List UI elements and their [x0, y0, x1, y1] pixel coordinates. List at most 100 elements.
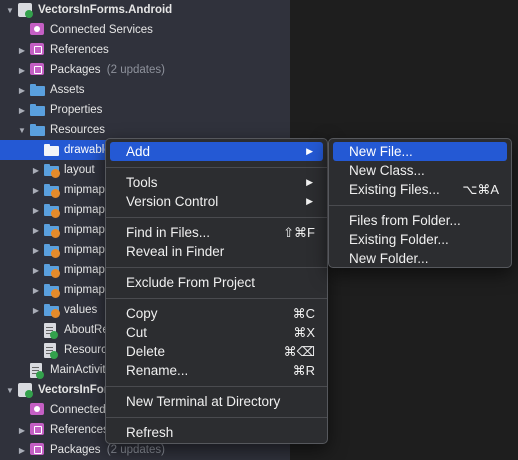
disclosure-collapsed-icon[interactable]: ▶: [30, 304, 42, 316]
tree-row[interactable]: ▶ Packages (2 updates): [0, 60, 290, 80]
disclosure-collapsed-icon[interactable]: ▶: [30, 284, 42, 296]
menu-item-add[interactable]: Add ▶: [110, 142, 323, 161]
shortcut-text: ⌘C: [292, 305, 315, 321]
tree-row[interactable]: ▼ Resources: [0, 120, 290, 140]
tree-row[interactable]: Connected Services: [0, 20, 290, 40]
menu-separator: [329, 205, 511, 206]
tree-row[interactable]: ▶ Properties: [0, 100, 290, 120]
update-count: (2 updates): [106, 64, 165, 76]
menu-item-label: Exclude From Project: [126, 275, 256, 290]
menu-item-label: Files from Folder...: [349, 213, 461, 228]
tree-item-label: Packages: [50, 64, 101, 76]
tree-item-label: mipmap-: [64, 224, 109, 236]
disclosure-expanded-icon[interactable]: ▼: [16, 124, 28, 136]
tree-item-label: values: [64, 304, 98, 316]
project-icon: [18, 383, 33, 398]
disclosure-collapsed-icon[interactable]: ▶: [30, 164, 42, 176]
resource-folder-icon: [44, 204, 60, 218]
csharp-file-icon: [30, 363, 44, 379]
menu-item-label: Existing Files...: [349, 182, 440, 197]
resource-folder-icon: [44, 164, 60, 178]
menu-item-new-file[interactable]: New File...: [333, 142, 507, 161]
menu-separator: [106, 217, 327, 218]
menu-item-label: Tools: [126, 175, 158, 190]
disclosure-collapsed-icon[interactable]: ▶: [30, 224, 42, 236]
context-menu: Add ▶ Tools ▶ Version Control ▶ Find in Files.…: [105, 138, 328, 444]
shortcut-text: ⇧⌘F: [283, 224, 315, 240]
add-submenu: New File... New Class... Existing Files...…: [328, 138, 512, 268]
tree-row[interactable]: ▶ References: [0, 40, 290, 60]
tree-item-label: VectorsInForms.Android: [38, 4, 173, 16]
disclosure-collapsed-icon[interactable]: ▶: [16, 424, 28, 436]
menu-item-label: Add: [126, 144, 151, 159]
resource-folder-icon: [44, 284, 60, 298]
connected-services-icon: [30, 403, 44, 415]
tree-item-label: Connected: [50, 404, 106, 416]
connected-services-icon: [30, 23, 44, 35]
menu-separator: [106, 417, 327, 418]
menu-item-label: New Terminal at Directory: [126, 394, 281, 409]
menu-item-find-in-files[interactable]: Find in Files... ⇧⌘F: [110, 223, 323, 242]
menu-item-label: Refresh: [126, 425, 174, 440]
tree-row[interactable]: ▼ VectorsInForms.Android: [0, 0, 290, 20]
references-icon: [30, 43, 44, 55]
menu-separator: [106, 167, 327, 168]
folder-icon: [44, 144, 59, 156]
tree-item-label: drawable: [64, 144, 111, 156]
menu-item-reveal-in-finder[interactable]: Reveal in Finder: [110, 242, 323, 261]
folder-icon: [30, 124, 45, 136]
text-file-icon: [44, 323, 58, 339]
menu-item-copy[interactable]: Copy ⌘C: [110, 304, 323, 323]
menu-item-version-control[interactable]: Version Control ▶: [110, 192, 323, 211]
disclosure-collapsed-icon[interactable]: ▶: [30, 184, 42, 196]
menu-item-label: Find in Files...: [126, 225, 211, 240]
folder-icon: [30, 84, 45, 96]
menu-item-label: Rename...: [126, 363, 189, 378]
shortcut-text: ⌘R: [292, 362, 315, 378]
disclosure-collapsed-icon[interactable]: ▶: [30, 244, 42, 256]
menu-item-label: New File...: [349, 144, 413, 159]
packages-icon: [30, 63, 44, 75]
menu-item-rename[interactable]: Rename... ⌘R: [110, 361, 323, 380]
disclosure-collapsed-icon[interactable]: ▶: [16, 84, 28, 96]
menu-item-refresh[interactable]: Refresh: [110, 423, 323, 442]
disclosure-expanded-icon[interactable]: ▼: [4, 384, 16, 396]
packages-icon: [30, 443, 44, 455]
disclosure-collapsed-icon[interactable]: ▶: [16, 64, 28, 76]
menu-item-exclude-from-project[interactable]: Exclude From Project: [110, 273, 323, 292]
tree-item-label: References: [50, 44, 109, 56]
tree-item-label: mipmap-: [64, 184, 109, 196]
tree-item-label: Packages: [50, 444, 101, 456]
menu-item-label: Delete: [126, 344, 166, 359]
submenu-arrow-icon: ▶: [306, 177, 313, 187]
menu-item-new-class[interactable]: New Class...: [333, 161, 507, 180]
disclosure-collapsed-icon[interactable]: ▶: [30, 264, 42, 276]
menu-item-files-from-folder[interactable]: Files from Folder...: [333, 211, 507, 230]
menu-separator: [106, 298, 327, 299]
tree-item-label: mipmap-: [64, 204, 109, 216]
menu-item-label: Existing Folder...: [349, 232, 449, 247]
resource-folder-icon: [44, 244, 60, 258]
menu-item-cut[interactable]: Cut ⌘X: [110, 323, 323, 342]
menu-item-delete[interactable]: Delete ⌘⌫: [110, 342, 323, 361]
disclosure-collapsed-icon[interactable]: ▶: [16, 44, 28, 56]
menu-item-new-terminal-at-directory[interactable]: New Terminal at Directory: [110, 392, 323, 411]
menu-item-label: Version Control: [126, 194, 219, 209]
tree-item-label: mipmap-: [64, 264, 109, 276]
disclosure-collapsed-icon[interactable]: ▶: [16, 444, 28, 456]
menu-item-label: New Class...: [349, 163, 425, 178]
references-icon: [30, 423, 44, 435]
menu-item-existing-folder[interactable]: Existing Folder...: [333, 230, 507, 249]
menu-item-tools[interactable]: Tools ▶: [110, 173, 323, 192]
menu-item-new-folder[interactable]: New Folder...: [333, 249, 507, 268]
disclosure-collapsed-icon[interactable]: ▶: [16, 104, 28, 116]
menu-item-label: Cut: [126, 325, 148, 340]
disclosure-collapsed-icon[interactable]: ▶: [30, 204, 42, 216]
menu-item-existing-files[interactable]: Existing Files... ⌥⌘A: [333, 180, 507, 199]
tree-row[interactable]: ▶ Assets: [0, 80, 290, 100]
project-icon: [18, 3, 33, 18]
disclosure-expanded-icon[interactable]: ▼: [4, 4, 16, 16]
tree-item-label: Assets: [50, 84, 85, 96]
shortcut-text: ⌥⌘A: [462, 181, 499, 197]
tree-item-label: Connected Services: [50, 24, 153, 36]
